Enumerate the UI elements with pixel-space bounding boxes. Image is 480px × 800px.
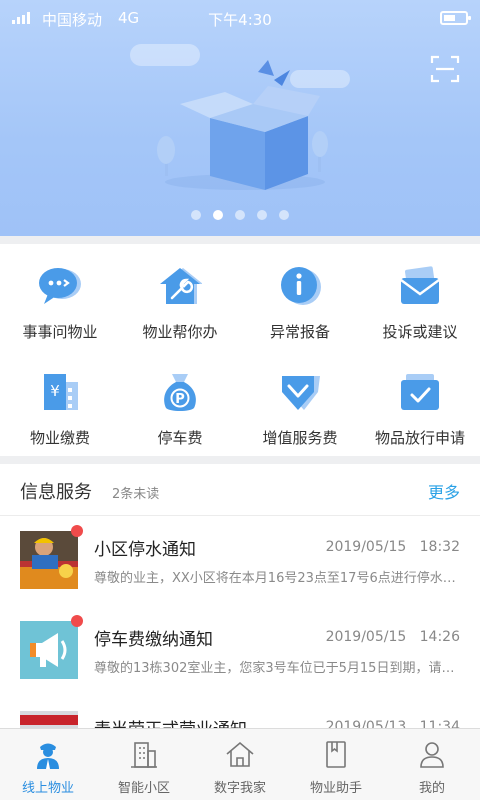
building-icon [131,742,157,768]
chevron-badge-icon [282,376,320,410]
unread-dot [71,615,83,627]
tab-digital-home[interactable]: 数字我家 [192,729,288,800]
tab-label: 智能小区 [117,781,170,796]
home-icon [226,741,254,767]
service-exception-report[interactable]: 异常报备 [240,244,360,348]
message-item[interactable]: 小区停水通知 2019/05/15 18:32 尊敬的业主，XX小区将在本月16… [0,517,480,607]
service-label: 投诉或建议 [382,323,458,341]
check-box-icon [401,374,439,410]
tab-smart-community[interactable]: 智能小区 [96,729,192,800]
book-icon [326,741,346,768]
tab-label: 线上物业 [21,781,74,796]
service-label: 异常报备 [269,323,330,341]
message-title: 小区停水通知 [94,540,196,560]
tab-online-property[interactable]: 线上物业 [0,729,96,800]
status-clock: 下午4:30 [208,11,272,29]
tab-label: 我的 [418,781,445,796]
service-ask-property[interactable]: 事事问物业 [0,244,120,348]
message-summary: 尊敬的业主，XX小区将在本月16号23点至17号6点进行停水检修，请提前做好储水… [94,571,460,586]
service-label: 事事问物业 [22,323,98,341]
unread-dot [71,525,83,537]
service-complaint-suggestion[interactable]: 投诉或建议 [360,244,480,348]
staff-person-icon [37,743,59,769]
tab-mine[interactable]: 我的 [384,729,480,800]
status-bar: 中国移动 4G 下午4:30 [0,0,480,36]
bill-building-icon: ¥ [44,374,78,410]
service-label: 物品放行申请 [374,429,465,447]
service-property-fee[interactable]: ¥ 物业缴费 [0,348,120,456]
parking-bag-icon: P [164,374,196,411]
service-parking-fee[interactable]: P 停车费 [120,348,240,456]
service-label: 物业帮你办 [142,323,218,341]
chat-bubble-icon [39,268,81,304]
tab-label: 数字我家 [213,781,266,796]
worker-thumbnail [20,531,78,589]
user-icon [420,742,444,768]
svg-text:¥: ¥ [50,382,60,400]
carousel-dot[interactable] [279,210,289,220]
tab-property-assistant[interactable]: 物业助手 [288,729,384,800]
service-value-added-fee[interactable]: 增值服务费 [240,348,360,456]
open-box-illustration-icon [157,60,328,190]
service-label: 物业缴费 [29,429,90,447]
info-icon [281,267,321,305]
service-label: 停车费 [157,429,203,447]
service-grid: 事事问物业 物业帮你办 异常报备 投诉或建议 ¥ 物业缴费 P 停车费 增值服务… [0,244,480,456]
battery-icon [440,11,471,25]
banner-carousel[interactable]: 中国移动 4G 下午4:30 [0,0,480,236]
carousel-dot[interactable] [257,210,267,220]
message-title: 停车费缴纳通知 [94,630,213,650]
carousel-dot[interactable] [191,210,201,220]
carousel-dot-active[interactable] [213,210,223,220]
service-label: 增值服务费 [262,429,338,447]
carousel-dot[interactable] [235,210,245,220]
message-time: 2019/05/15 18:32 [325,539,460,555]
scan-icon[interactable] [430,54,460,84]
info-header: 信息服务 2条未读 更多 [0,464,480,516]
message-time: 2019/05/15 14:26 [325,629,460,645]
message-item[interactable]: 停车费缴纳通知 2019/05/15 14:26 尊敬的13栋302室业主，您家… [0,607,480,697]
service-item-release[interactable]: 物品放行申请 [360,348,480,456]
tab-label: 物业助手 [309,781,362,796]
unread-count: 2条未读 [112,487,160,502]
bottom-tab-bar: 线上物业 智能小区 数字我家 物业助手 我的 [0,728,480,800]
info-title: 信息服务 [20,482,92,503]
megaphone-thumbnail [20,621,78,679]
carousel-indicator [0,210,480,220]
more-link[interactable]: 更多 [428,479,460,503]
message-summary: 尊敬的13栋302室业主，您家3号车位已于5月15日到期，请及时缴纳停车费。 [94,661,460,676]
envelope-icon [400,266,440,304]
house-wrench-icon [160,268,202,304]
service-property-helps[interactable]: 物业帮你办 [120,244,240,348]
svg-text:P: P [175,392,185,407]
